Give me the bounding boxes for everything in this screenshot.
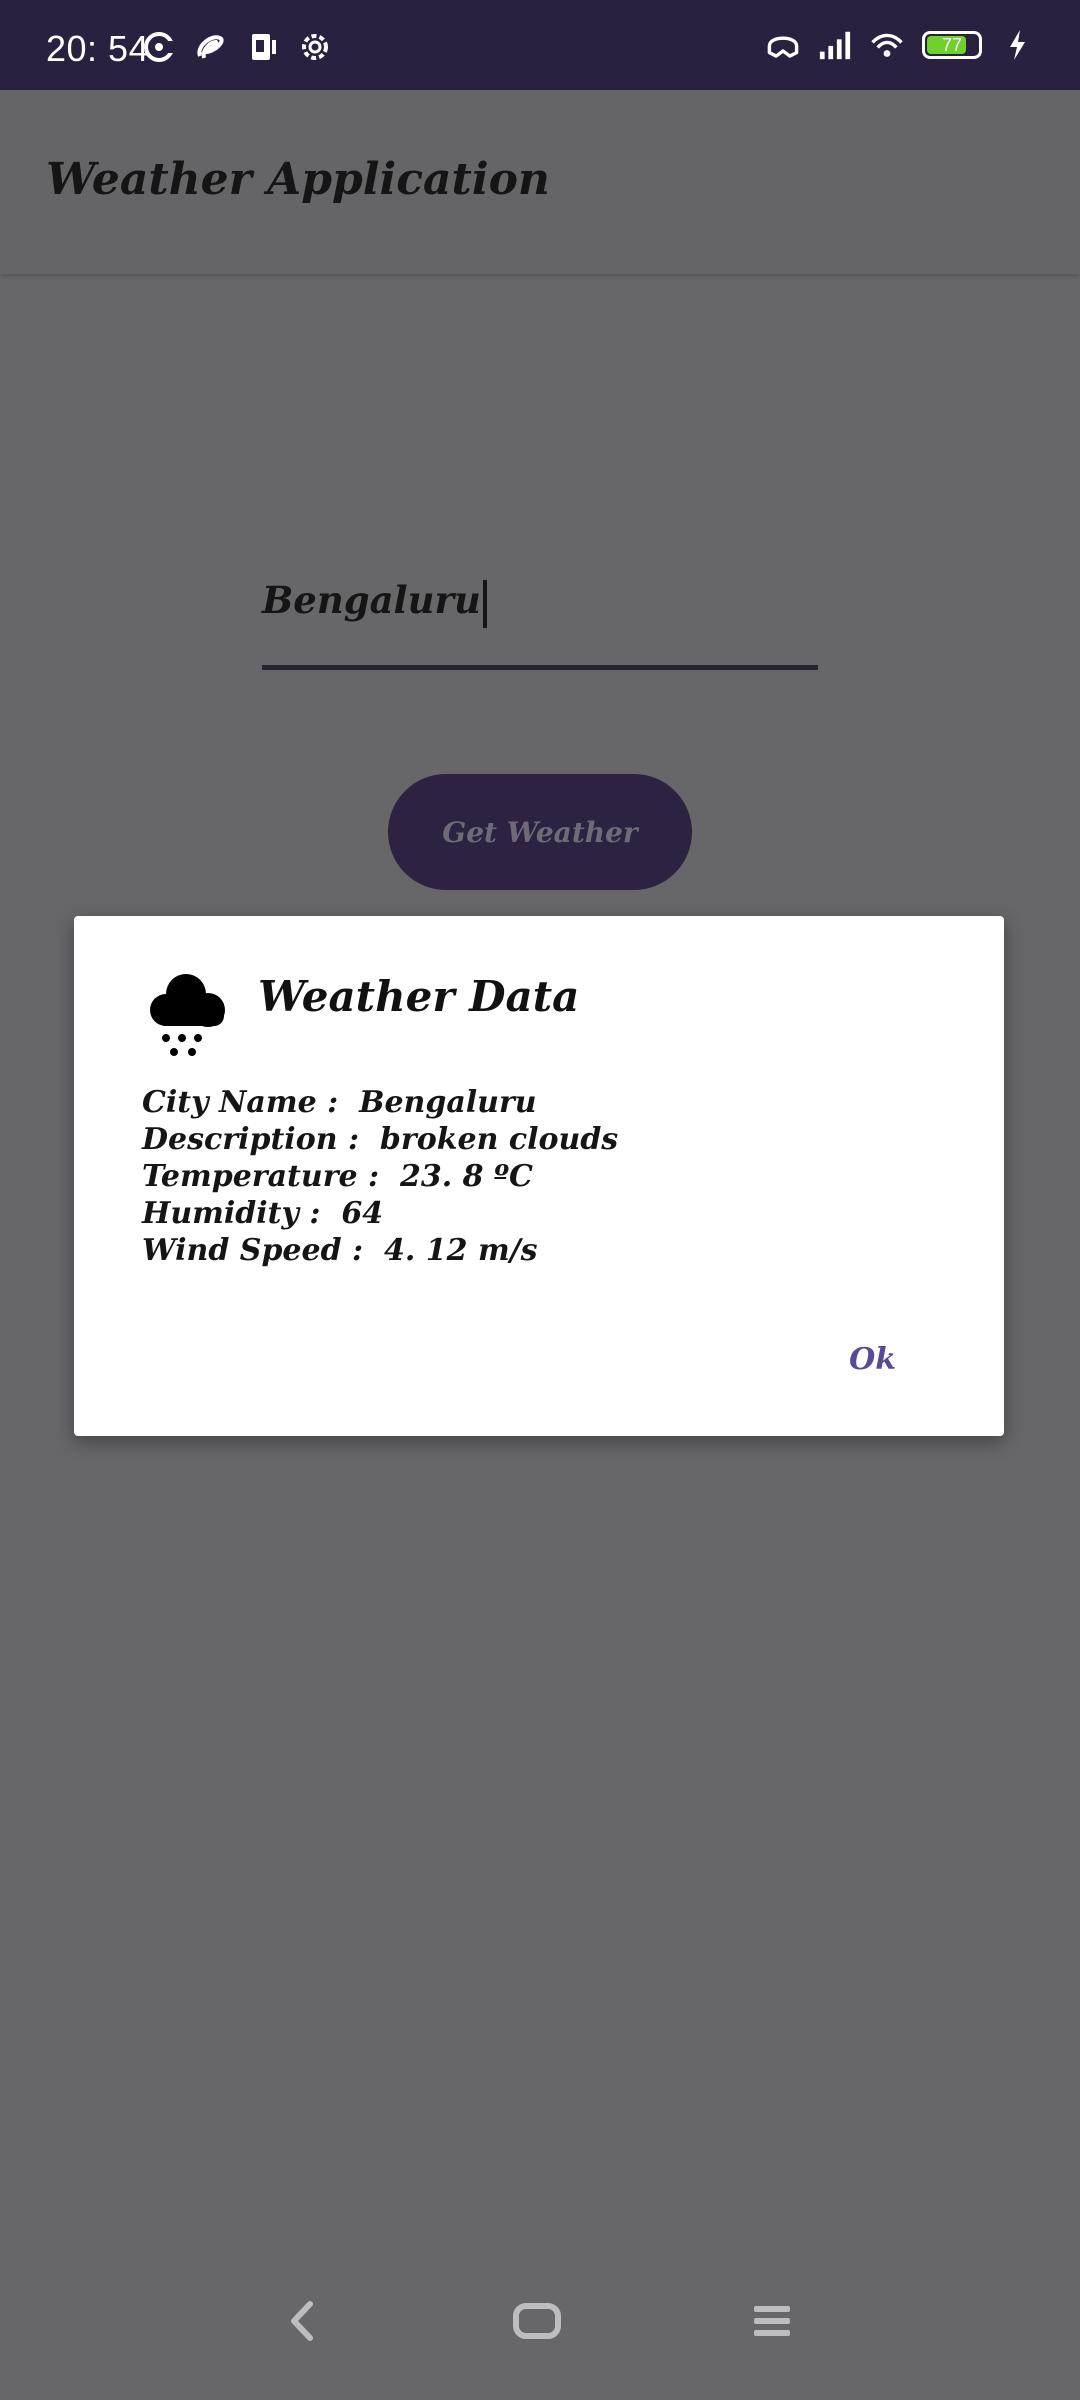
text-cursor <box>482 579 487 628</box>
ok-button[interactable]: Ok <box>839 1336 906 1383</box>
menu-icon[interactable] <box>750 2298 794 2348</box>
weather-dialog: Weather Data City Name : Bengaluru Descr… <box>74 916 1004 1436</box>
dialog-title: Weather Data <box>258 972 580 1021</box>
settings-icon <box>298 30 332 64</box>
battery-level: 77 <box>941 34 963 55</box>
headset-icon <box>766 28 800 62</box>
wind-speed-line: Wind Speed : 4. 12 m/s <box>142 1233 538 1268</box>
city-input[interactable]: Bengaluru <box>262 570 818 670</box>
status-bar: 20: 54 77 <box>0 0 1080 90</box>
navigation-bar <box>0 2270 1080 2400</box>
city-name-line: City Name : Bengaluru <box>142 1085 537 1120</box>
app-bar: Weather Application <box>0 90 1080 274</box>
status-icons-left <box>142 30 332 64</box>
weather-details: City Name : Bengaluru Description : brok… <box>142 1084 618 1269</box>
description-line: Description : broken clouds <box>142 1122 619 1157</box>
temperature-line: Temperature : 23. 8 ºC <box>142 1159 533 1194</box>
wifi-icon <box>870 28 904 62</box>
humidity-line: Humidity : 64 <box>142 1196 384 1231</box>
sim-card-icon <box>246 30 280 64</box>
battery-icon: 77 <box>922 31 982 59</box>
city-input-value: Bengaluru <box>262 578 481 622</box>
get-weather-button[interactable]: Get Weather <box>388 774 692 890</box>
snow-cloud-icon <box>146 968 230 1058</box>
status-time: 20: 54 <box>46 28 150 69</box>
charging-icon <box>1000 28 1034 62</box>
get-weather-label: Get Weather <box>442 815 638 849</box>
status-icons-right: 77 <box>766 28 1034 62</box>
sync-icon <box>142 30 176 64</box>
app-title: Weather Application <box>46 154 550 205</box>
home-icon[interactable] <box>512 2298 562 2348</box>
signal-icon <box>818 28 852 62</box>
back-icon[interactable] <box>282 2296 322 2350</box>
airtel-icon <box>194 30 228 64</box>
